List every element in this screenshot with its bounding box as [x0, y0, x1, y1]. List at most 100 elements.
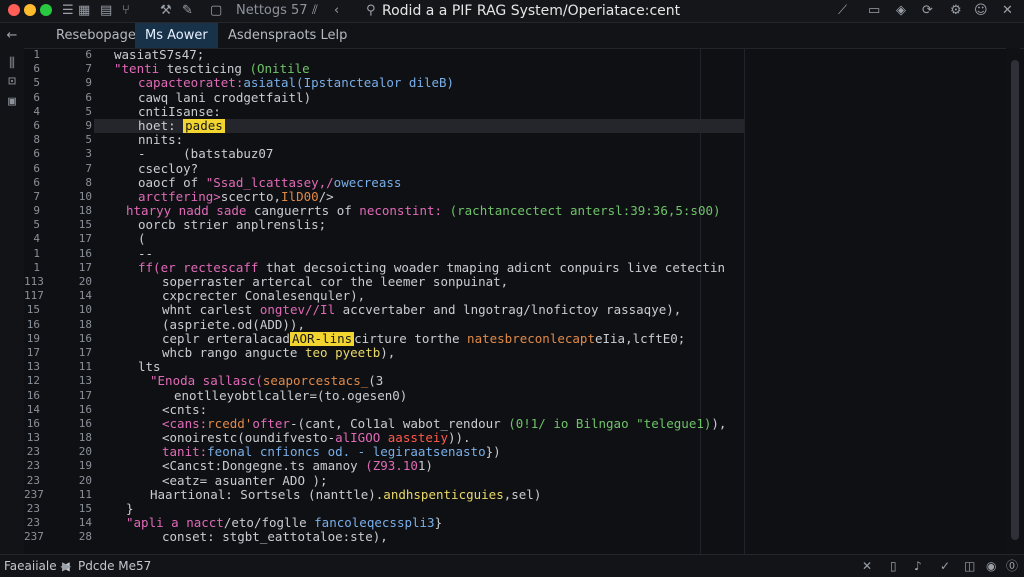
line-number: 4: [33, 104, 40, 118]
code-line[interactable]: <Cancst:Dongegne.ts amanoy (Z93.101): [114, 459, 724, 473]
status-mode[interactable]: Pdcde Me57: [78, 555, 151, 577]
code-token: that decsoicting woader tmaping adicnt c…: [265, 260, 724, 275]
tab-asdenspraots-lelp[interactable]: Asdenspraots Lelp: [228, 23, 347, 48]
info-icon[interactable]: ⓪: [1006, 555, 1018, 577]
code-line[interactable]: }: [114, 502, 724, 516]
code-line[interactable]: nnits:: [114, 133, 724, 147]
search-icon[interactable]: ⚲: [366, 2, 376, 20]
code-line[interactable]: cawq lani crodgetfaitl): [114, 91, 724, 105]
code-line[interactable]: --: [114, 247, 724, 261]
tab-resebopage[interactable]: Resebopage: [56, 23, 136, 48]
title-bar: ☰ ▦ ▤ ⑂ ⚒ ✎ ▢ Nettogs 57 ⫽ ‹ ⚲ Rodid a a…: [0, 0, 1024, 23]
code-line-current[interactable]: hoet: pades: [94, 118, 744, 134]
tab-ms-aower[interactable]: Ms Aower: [135, 23, 218, 48]
code-line[interactable]: ceplr erteralacad AOR-lins cirture torthe …: [114, 331, 724, 346]
code-line[interactable]: htaryy nadd sade canguerrts of neconstin…: [114, 204, 724, 218]
extensions-icon[interactable]: ⊡: [4, 74, 20, 90]
code-line[interactable]: ff(er rectescaff that decsoicting woader…: [114, 261, 724, 275]
line-number: 13: [26, 431, 40, 445]
globe-icon[interactable]: ◉: [986, 555, 996, 577]
save-icon[interactable]: ◈: [896, 2, 906, 20]
check-icon[interactable]: ✓: [940, 555, 950, 577]
layers-icon[interactable]: ◫: [964, 555, 975, 577]
grid-icon[interactable]: ▦: [78, 2, 90, 20]
chevron-left-icon[interactable]: ‹: [334, 2, 339, 20]
code-line[interactable]: cntiIsanse:: [114, 105, 724, 119]
bookmark-icon[interactable]: ▯: [890, 555, 897, 577]
account-icon[interactable]: ☺: [974, 2, 988, 20]
activity-icon[interactable]: ⟋: [838, 2, 847, 20]
explorer-icon[interactable]: ⫼: [4, 56, 20, 72]
line-number: 23: [26, 459, 40, 473]
code-token: AOR-lins: [289, 331, 355, 346]
code-token: (Z93.10: [365, 459, 418, 474]
code-line[interactable]: "Enoda sallasc(seaporcestacs_(3: [114, 374, 724, 388]
code-line[interactable]: soperraster artercal cor the leemer sonp…: [114, 275, 724, 289]
back-icon[interactable]: ←: [0, 23, 24, 48]
code-line[interactable]: <cnts:: [114, 403, 724, 417]
code-line[interactable]: enotlleyobtlcaller=(to.ogesen0): [114, 389, 724, 403]
close-icon[interactable]: ✕: [1002, 2, 1013, 20]
code-line[interactable]: "tenti tescticing (Onitile: [114, 62, 724, 76]
code-token: "Ssad_lcattasey,/: [205, 175, 334, 190]
code-line[interactable]: capacteoratet:asiatal(Ipstanctealor dile…: [114, 76, 724, 90]
code-token: }): [485, 445, 501, 460]
code-line[interactable]: lts: [114, 360, 724, 374]
line-number: 17: [78, 232, 92, 246]
window-icon[interactable]: ▢: [210, 2, 222, 20]
code-token: -(cant, Col1al wabot_rendour: [289, 416, 509, 431]
code-line[interactable]: <cans:rcedd'ofter-(cant, Col1al wabot_re…: [114, 417, 724, 431]
code-token: fancoleqecsspli3: [314, 516, 435, 531]
file-icon[interactable]: ▤: [100, 2, 112, 20]
code-line[interactable]: Haartional: Sortsels (nanttle).andhspent…: [114, 488, 724, 502]
line-number: 7: [85, 62, 92, 76]
line-number: 20: [78, 275, 92, 288]
code-line[interactable]: whnt carlest ongtev//Il accvertaber and …: [114, 303, 724, 317]
tools-icon[interactable]: ⚒: [160, 2, 172, 20]
tools-status-icon[interactable]: ✕: [862, 555, 872, 577]
code-line[interactable]: whcb rango angucte teo pyeetb),: [114, 346, 724, 360]
code-line[interactable]: cxpcrecter Conalesenquler),: [114, 289, 724, 303]
window-minimize-button[interactable]: [24, 4, 36, 16]
code-line[interactable]: wasiatS7s47;: [114, 48, 724, 62]
branch-icon[interactable]: ⑂: [122, 2, 130, 20]
filter-icon[interactable]: ⫽: [312, 2, 318, 20]
line-number: 15: [26, 303, 40, 317]
line-number: 237: [24, 530, 44, 544]
code-line[interactable]: tanit:feonal cnfioncs od. - legiraatsena…: [114, 445, 724, 459]
code-line[interactable]: <onoirestc(oundifvesto-alIGOO aassteiy))…: [114, 431, 724, 445]
scrollbar-thumb[interactable]: [1011, 60, 1019, 540]
code-line[interactable]: "apli a nacct/eto/foglle fancoleqecsspli…: [114, 516, 724, 530]
code-editor[interactable]: 1 6 5 6 4 6 8 6 6 6 7 9 5 4 1 1 113 117 15 16 19 17 13 12 16 14 16…: [24, 48, 1024, 554]
sync-icon[interactable]: ⟳: [922, 2, 933, 20]
code-content[interactable]: wasiatS7s47; "tenti tescticing (Onitile ca…: [94, 48, 744, 545]
panel-icon[interactable]: ▣: [4, 94, 20, 110]
code-line[interactable]: (: [114, 232, 724, 246]
menu-icon[interactable]: ☰: [62, 2, 74, 20]
layout-icon[interactable]: ▭: [868, 2, 880, 20]
code-line[interactable]: csecloy?: [114, 162, 724, 176]
line-number: 23: [26, 473, 40, 487]
code-line[interactable]: (aspriete.od(ADD)),: [114, 318, 724, 332]
code-token: --: [138, 246, 161, 261]
line-number: 23: [26, 502, 40, 515]
code-line[interactable]: - (batstabuz07: [114, 147, 724, 161]
code-line[interactable]: arctfering>scecrto,IlD00/>: [114, 190, 724, 204]
code-line[interactable]: conset: stgbt_eattotaloe:ste),: [114, 530, 724, 544]
code-token: natesbreconlecapt: [467, 331, 595, 346]
play-icon[interactable]: ▶: [62, 555, 71, 577]
code-line[interactable]: oorcb strier anplrenslis;: [114, 218, 724, 232]
window-maximize-button[interactable]: [40, 4, 52, 16]
code-token: 1): [417, 459, 433, 474]
window-close-button[interactable]: [8, 4, 20, 16]
settings-icon[interactable]: ⚙: [950, 2, 962, 20]
code-line[interactable]: <eatz= asuanter ADO );: [114, 474, 724, 488]
code-token: scecrto,: [220, 189, 282, 204]
status-left[interactable]: Faeaiiale ◀: [4, 555, 70, 577]
edit-icon[interactable]: ✎: [182, 2, 193, 20]
titlebar-tab[interactable]: Nettogs 57: [236, 2, 308, 20]
code-token: cawq lani crodgetfaitl): [138, 90, 312, 105]
code-line[interactable]: oaocf of "Ssad_lcattasey,/owecreass: [114, 176, 724, 190]
bell-icon[interactable]: ♪: [914, 555, 922, 577]
code-token: }: [126, 502, 134, 516]
